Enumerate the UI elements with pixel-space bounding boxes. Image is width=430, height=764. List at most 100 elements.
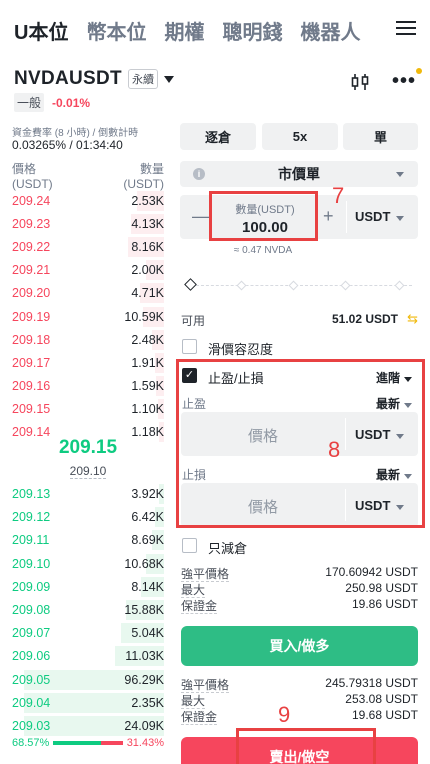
annotation-box-8 bbox=[176, 359, 425, 528]
ask-row[interactable]: 209.21 2.00K bbox=[12, 260, 164, 281]
bid-row[interactable]: 209.04 2.35K bbox=[12, 692, 164, 713]
row-price: 209.20 bbox=[12, 286, 51, 301]
slider-tick[interactable] bbox=[394, 280, 405, 291]
candlestick-chart-icon[interactable] bbox=[350, 72, 370, 92]
bid-row[interactable]: 209.03 24.09K bbox=[12, 716, 164, 736]
dropdown-icon bbox=[396, 172, 404, 177]
row-quantity: 2.53K bbox=[131, 194, 164, 208]
bid-row[interactable]: 209.09 8.14K bbox=[12, 576, 164, 597]
info-icon[interactable]: i bbox=[193, 168, 205, 180]
row-quantity: 10.59K bbox=[124, 309, 164, 324]
reduce-only-label: 只減倉 bbox=[208, 541, 248, 556]
ask-row[interactable]: 209.17 1.91K bbox=[12, 352, 164, 373]
ask-row[interactable]: 209.24 2.53K bbox=[12, 191, 164, 211]
reduce-only-checkbox[interactable] bbox=[182, 538, 197, 553]
row-price: 209.24 bbox=[12, 194, 51, 208]
ratio-bar bbox=[53, 741, 123, 745]
funding-rate-label: 資金費率 (8 小時) / 倒數計時 bbox=[12, 128, 139, 139]
order-type-select[interactable]: i 市價單 bbox=[180, 161, 418, 187]
bid-row[interactable]: 209.06 11.03K bbox=[12, 646, 164, 667]
qty-header: 數量 bbox=[139, 162, 164, 176]
row-price: 209.04 bbox=[12, 695, 51, 710]
row-quantity: 1.18K bbox=[131, 425, 164, 439]
margin-value: 19.86 USDT bbox=[351, 597, 418, 611]
ask-row[interactable]: 209.15 1.10K bbox=[12, 398, 164, 419]
row-quantity: 96.29K bbox=[124, 672, 164, 687]
slider-handle[interactable] bbox=[184, 278, 197, 291]
sell-info: 強平價格 245.79318 USDT 最大 253.08 USDT 保證金 19.6… bbox=[181, 676, 418, 725]
row-price: 209.17 bbox=[12, 355, 51, 370]
tab-smart-money[interactable]: 聰明錢 bbox=[222, 16, 282, 45]
ask-row[interactable]: 209.19 10.59K bbox=[12, 306, 164, 327]
row-quantity: 2.00K bbox=[131, 263, 164, 278]
max-label: 最大 bbox=[181, 694, 206, 709]
row-price: 209.23 bbox=[12, 217, 51, 232]
notification-dot bbox=[416, 68, 422, 74]
annotation-label-8: 8 bbox=[328, 437, 341, 462]
price-change: -0.01% bbox=[52, 95, 91, 110]
transfer-icon[interactable]: ⇆ bbox=[407, 311, 418, 327]
row-price: 209.06 bbox=[12, 649, 51, 664]
row-quantity: 6.42K bbox=[131, 510, 164, 525]
bid-row[interactable]: 209.07 5.04K bbox=[12, 623, 164, 644]
ask-row[interactable]: 209.23 4.13K bbox=[12, 214, 164, 235]
bid-row[interactable]: 209.13 3.92K bbox=[12, 484, 164, 504]
row-quantity: 8.69K bbox=[131, 533, 164, 548]
available-label: 可用 bbox=[181, 314, 206, 328]
order-type-value: 市價單 bbox=[278, 166, 320, 182]
caret-down-icon bbox=[163, 75, 174, 83]
liquidation-price-label: 強平價格 bbox=[181, 678, 230, 693]
bid-row[interactable]: 209.11 8.69K bbox=[12, 530, 164, 551]
ask-row[interactable]: 209.16 1.59K bbox=[12, 375, 164, 396]
available-balance: 可用 51.02 USDT ⇆ bbox=[181, 311, 418, 329]
available-value: 51.02 USDT bbox=[331, 312, 398, 326]
plus-icon[interactable]: + bbox=[323, 206, 334, 227]
row-price: 209.21 bbox=[12, 263, 51, 278]
symbol-selector[interactable]: NVDAUSDT 永續 bbox=[14, 68, 174, 90]
margin-value: 19.68 USDT bbox=[351, 708, 418, 722]
slider-tick[interactable] bbox=[236, 280, 247, 291]
more-options-icon[interactable]: ••• bbox=[392, 68, 422, 93]
bid-row[interactable]: 209.05 96.29K bbox=[12, 669, 164, 690]
row-quantity: 8.16K bbox=[131, 240, 164, 255]
position-mode-button[interactable]: 單 bbox=[343, 123, 418, 150]
row-price: 209.08 bbox=[12, 603, 51, 617]
max-value: 250.98 USDT bbox=[345, 581, 418, 595]
tab-usdm[interactable]: U本位 bbox=[14, 16, 68, 45]
tab-options[interactable]: 期權 bbox=[164, 16, 204, 45]
liquidation-price-value: 245.79318 USDT bbox=[325, 676, 418, 690]
buy-sell-ratio: 68.57% 31.43% bbox=[12, 736, 164, 750]
row-quantity: 2.48K bbox=[131, 332, 164, 347]
slippage-checkbox[interactable] bbox=[182, 339, 197, 354]
row-price: 209.07 bbox=[12, 626, 51, 641]
slider-tick[interactable] bbox=[288, 280, 299, 291]
row-price: 209.19 bbox=[12, 309, 51, 324]
buy-long-button[interactable]: 買入/做多 bbox=[181, 626, 418, 666]
row-price: 209.22 bbox=[12, 240, 51, 255]
margin-label: 保證金 bbox=[181, 599, 218, 614]
last-price[interactable]: 209.15 bbox=[12, 437, 164, 459]
minus-icon[interactable]: — bbox=[192, 206, 210, 227]
sell-ratio: 31.43% bbox=[126, 737, 164, 749]
bid-row[interactable]: 209.08 15.88K bbox=[12, 600, 164, 620]
leverage-button[interactable]: 5x bbox=[262, 123, 338, 150]
row-price: 209.11 bbox=[12, 533, 50, 548]
menu-icon[interactable] bbox=[396, 18, 416, 38]
ask-row[interactable]: 209.22 8.16K bbox=[12, 237, 164, 258]
bid-row[interactable]: 209.12 6.42K bbox=[12, 507, 164, 528]
slider-tick[interactable] bbox=[340, 280, 351, 291]
tab-bots[interactable]: 機器人 bbox=[300, 16, 360, 45]
liquidation-price-value: 170.60942 USDT bbox=[325, 565, 418, 579]
tab-coinm[interactable]: 幣本位 bbox=[86, 16, 146, 45]
row-price: 209.10 bbox=[12, 556, 51, 571]
perpetual-tag: 永續 bbox=[127, 69, 158, 89]
annotation-label-9: 9 bbox=[278, 702, 291, 727]
ask-row[interactable]: 209.20 4.71K bbox=[12, 283, 164, 304]
bid-row[interactable]: 209.10 10.68K bbox=[12, 553, 164, 574]
margin-mode-button[interactable]: 逐倉 bbox=[180, 123, 256, 150]
quantity-unit-select[interactable]: USDT bbox=[355, 209, 405, 224]
ask-row[interactable]: 209.18 2.48K bbox=[12, 329, 164, 350]
mark-price[interactable]: 209.10 bbox=[12, 464, 164, 479]
funding-rate-value: 0.03265% / 01:34:40 bbox=[12, 138, 123, 152]
quantity-slider[interactable] bbox=[184, 278, 412, 292]
